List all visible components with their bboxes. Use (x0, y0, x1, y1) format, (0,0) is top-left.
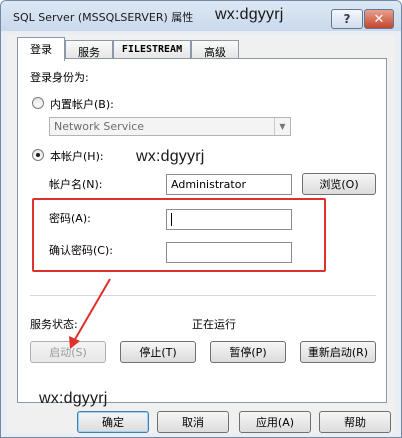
cancel-button[interactable]: 取消 (157, 411, 229, 433)
tab-advanced[interactable]: 高级 (191, 40, 239, 60)
password-field[interactable] (166, 209, 292, 230)
close-icon[interactable]: ✕ (364, 9, 394, 29)
watermark-text: wx:dgyyrj (136, 148, 205, 165)
chevron-down-icon: ▼ (274, 118, 290, 135)
pause-button[interactable]: 暂停(P) (210, 341, 286, 363)
title-bar: SQL Server (MSSQLSERVER) 属性 wx:dgyyrj ? … (1, 1, 401, 31)
separator (30, 295, 376, 297)
logon-as-label: 登录身份为: (30, 71, 89, 84)
logon-tab-panel: 登录身份为: 内置帐户(B): Network Service ▼ 本帐户(H)… (17, 58, 387, 403)
watermark-text: wx:dgyyrj (215, 6, 284, 23)
properties-dialog: SQL Server (MSSQLSERVER) 属性 wx:dgyyrj ? … (0, 0, 402, 438)
browse-button[interactable]: 浏览(O) (302, 173, 376, 195)
builtin-account-select[interactable]: Network Service ▼ (49, 117, 291, 136)
restart-button[interactable]: 重新启动(R) (300, 341, 376, 363)
account-name-field[interactable]: Administrator (166, 174, 292, 195)
service-status-label: 服务状态: (30, 318, 78, 331)
start-button[interactable]: 启动(S) (30, 341, 106, 363)
text-caret (171, 213, 172, 226)
this-account-radio[interactable] (32, 149, 44, 161)
account-name-label: 帐户名(N): (49, 178, 103, 191)
tab-service[interactable]: 服务 (65, 40, 113, 60)
builtin-account-value: Network Service (54, 120, 145, 133)
this-account-label: 本帐户(H): (50, 150, 104, 163)
builtin-account-label: 内置帐户(B): (50, 98, 114, 111)
tab-logon[interactable]: 登录 (17, 37, 65, 61)
apply-button[interactable]: 应用(A) (239, 411, 311, 433)
password-label: 密码(A): (49, 212, 91, 225)
ok-button[interactable]: 确定 (77, 411, 149, 433)
dialog-client-area: 登录 服务 FILESTREAM 高级 登录身份为: 内置帐户(B): Netw… (7, 35, 395, 433)
builtin-account-radio[interactable] (32, 97, 44, 109)
confirm-password-field[interactable] (166, 242, 292, 263)
watermark-text: wx:dgyyrj (39, 390, 108, 407)
service-status-value: 正在运行 (192, 318, 236, 331)
confirm-password-label: 确认密码(C): (49, 244, 113, 257)
help-button[interactable]: 帮助 (319, 411, 391, 433)
help-title-button[interactable]: ? (331, 9, 363, 29)
window-title: SQL Server (MSSQLSERVER) 属性 (13, 11, 194, 24)
tab-filestream[interactable]: FILESTREAM (113, 40, 191, 60)
stop-button[interactable]: 停止(T) (120, 341, 196, 363)
